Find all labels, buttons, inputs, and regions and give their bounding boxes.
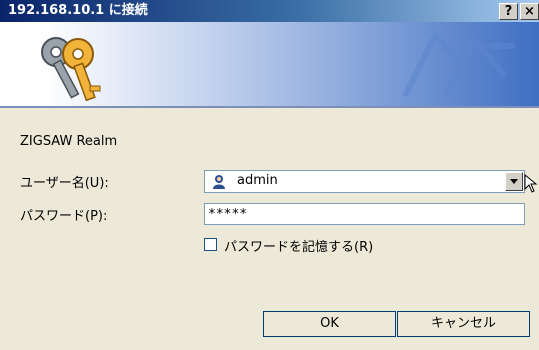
password-field[interactable]	[204, 203, 525, 225]
close-button[interactable]: ×	[520, 3, 539, 20]
cancel-button[interactable]: キャンセル	[397, 311, 530, 337]
title-bar[interactable]: 192.168.10.1 に接続 ? ×	[0, 0, 539, 22]
dropdown-arrow-button[interactable]	[505, 172, 523, 191]
username-label: ユーザー名(U):	[20, 176, 109, 191]
realm-text: ZIGSAW Realm	[20, 134, 118, 149]
password-label: パスワード(P):	[20, 209, 108, 224]
keys-icon	[41, 37, 101, 102]
window-title: 192.168.10.1 に接続	[8, 3, 148, 18]
dialog-banner	[0, 22, 539, 106]
username-combobox[interactable]: admin	[204, 170, 525, 193]
banner-divider	[0, 106, 539, 108]
username-value: admin	[237, 173, 278, 188]
banner-watermark-icon	[402, 30, 515, 98]
remember-password-checkbox[interactable]	[204, 238, 217, 251]
ok-button[interactable]: OK	[263, 311, 396, 337]
login-dialog: 192.168.10.1 に接続 ? × ZIGSAW Realm ユーザー名(…	[0, 0, 539, 350]
remember-password-label[interactable]: パスワードを記憶する(R)	[224, 236, 373, 255]
user-icon	[213, 175, 225, 189]
mouse-cursor-icon	[524, 174, 538, 193]
help-button[interactable]: ?	[499, 3, 518, 20]
